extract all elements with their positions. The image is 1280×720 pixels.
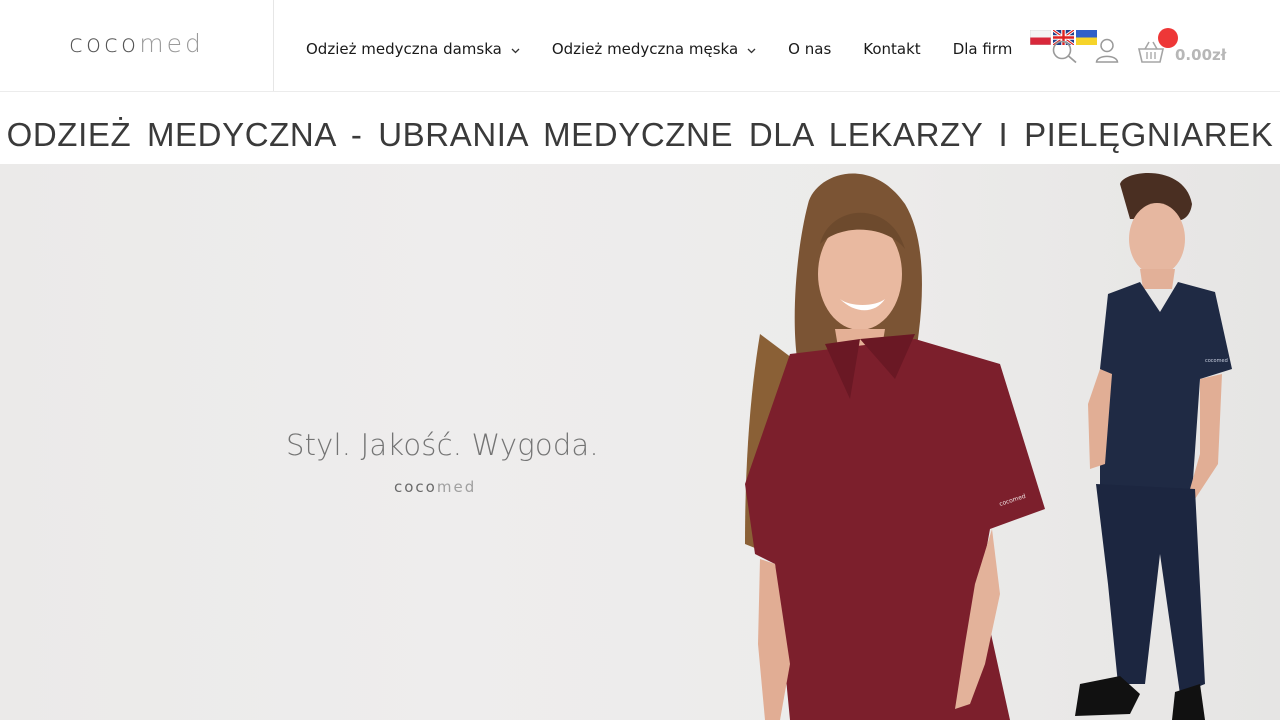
nav-label: Dla firm xyxy=(952,40,1013,58)
chevron-down-icon xyxy=(747,40,756,58)
cart-count-badge[interactable] xyxy=(1158,28,1178,48)
hero-banner[interactable]: Styl. Jakość. Wygoda. cocomed cocomed co… xyxy=(0,164,1280,720)
chevron-down-icon xyxy=(511,40,520,58)
flag-ukraine-icon[interactable] xyxy=(1076,30,1097,45)
logo-text-coco: coco xyxy=(69,29,140,58)
hero-models-image: cocomed cocomed xyxy=(745,172,1232,720)
flag-poland-icon[interactable] xyxy=(1030,30,1051,45)
nav-about[interactable]: O nas xyxy=(788,40,831,58)
logo: cocomed xyxy=(69,29,204,58)
nav-contact[interactable]: Kontakt xyxy=(863,40,920,58)
page-title: ODZIEŻ MEDYCZNA - UBRANIA MEDYCZNE DLA L… xyxy=(6,116,1274,153)
nav-label: Odzież medyczna damska xyxy=(306,40,502,58)
logo-link[interactable]: cocomed xyxy=(0,0,274,91)
cart-total[interactable]: 0.00zł xyxy=(1175,46,1226,64)
nav-women-medical-wear[interactable]: Odzież medyczna damska xyxy=(306,40,520,58)
search-icon[interactable] xyxy=(1051,40,1079,68)
main-nav: Odzież medyczna damska Odzież medyczna m… xyxy=(306,38,1012,60)
nav-for-companies[interactable]: Dla firm xyxy=(953,40,1013,58)
svg-text:cocomed: cocomed xyxy=(1205,358,1228,364)
logo-text-med: med xyxy=(139,29,204,58)
nav-label: Kontakt xyxy=(863,40,921,58)
man-model: cocomed xyxy=(1075,172,1232,720)
nav-label: O nas xyxy=(788,40,832,58)
user-icon[interactable] xyxy=(1095,38,1119,68)
nav-men-medical-wear[interactable]: Odzież medyczna męska xyxy=(552,40,756,58)
woman-model: cocomed xyxy=(745,173,1045,720)
site-header: cocomed Odzież medyczna damska Odzież me… xyxy=(0,0,1280,92)
nav-label: Odzież medyczna męska xyxy=(551,40,739,58)
